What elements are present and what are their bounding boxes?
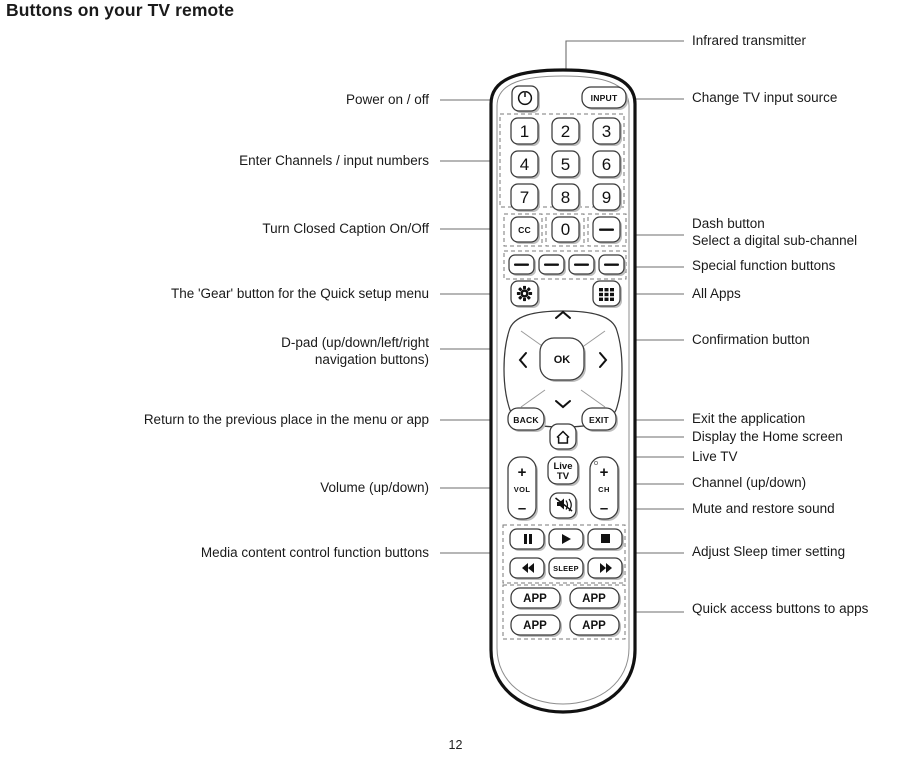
play-button xyxy=(548,528,585,551)
svg-text:APP: APP xyxy=(582,593,606,605)
svg-text:4: 4 xyxy=(520,155,529,174)
callout-gear-label: The 'Gear' button for the Quick setup me… xyxy=(170,286,429,301)
svg-text:9: 9 xyxy=(602,188,611,207)
ok-button[interactable]: OK xyxy=(539,337,586,382)
svg-text:1: 1 xyxy=(520,122,529,141)
power-button[interactable] xyxy=(511,85,540,113)
callout-input-label: Change TV input source xyxy=(692,90,838,105)
svg-text:APP: APP xyxy=(523,593,547,605)
mute-button[interactable] xyxy=(549,492,578,520)
home-button[interactable] xyxy=(549,423,578,451)
callout-dpad-label-line2: navigation buttons) xyxy=(314,352,429,367)
callout-dash-label: Dash button xyxy=(692,216,765,231)
gear-icon xyxy=(516,285,533,302)
svg-text:6: 6 xyxy=(602,155,611,174)
callout-special-label: Special function buttons xyxy=(692,258,836,273)
svg-text:–: – xyxy=(600,500,608,517)
callout-subchannel-label: Select a digital sub-channel xyxy=(692,233,858,248)
svg-text:–: – xyxy=(518,500,526,517)
callout-channel-label: Channel (up/down) xyxy=(692,475,807,490)
callout-sleep-label: Adjust Sleep timer setting xyxy=(692,544,846,559)
exit-button[interactable]: EXIT xyxy=(581,407,618,432)
all-apps-button[interactable] xyxy=(592,280,622,308)
svg-text:APP: APP xyxy=(523,620,547,632)
pause-button xyxy=(509,528,546,551)
callout-volume-label: Volume (up/down) xyxy=(320,480,429,495)
callout-home-label: Display the Home screen xyxy=(692,429,843,444)
svg-text:+: + xyxy=(518,464,527,481)
callout-dpad-label-line1: D-pad (up/down/left/right xyxy=(281,335,429,350)
remote-illustration: INPUT 1 2 3 4 5 6 7 8 9 CC 0 OK BACK EXI… xyxy=(489,68,637,714)
svg-text:+: + xyxy=(600,464,609,481)
svg-text:INPUT: INPUT xyxy=(591,93,618,103)
svg-text:CC: CC xyxy=(518,225,531,235)
svg-text:BACK: BACK xyxy=(513,415,539,425)
forward-button xyxy=(587,557,624,580)
svg-text:CH: CH xyxy=(598,485,610,494)
grid-icon xyxy=(599,288,614,301)
live-tv-button[interactable]: Live TV xyxy=(547,456,580,486)
zero-button[interactable]: 0 xyxy=(551,216,581,244)
svg-text:TV: TV xyxy=(557,471,570,482)
svg-text:7: 7 xyxy=(520,188,529,207)
callout-mute-label: Mute and restore sound xyxy=(692,501,835,516)
callout-livetv-label: Live TV xyxy=(692,449,738,464)
svg-text:SLEEP: SLEEP xyxy=(553,564,579,573)
callout-exit-label: Exit the application xyxy=(692,411,806,426)
callout-power-label: Power on / off xyxy=(345,92,429,107)
callout-infrared-label: Infrared transmitter xyxy=(692,33,807,48)
svg-text:2: 2 xyxy=(561,122,570,141)
svg-text:VOL: VOL xyxy=(514,485,531,494)
rewind-button xyxy=(509,557,546,580)
sleep-button: SLEEP xyxy=(548,557,585,580)
callout-closedcaption-label: Turn Closed Caption On/Off xyxy=(262,221,429,236)
volume-rocker[interactable]: + VOL – xyxy=(507,456,538,521)
svg-text:0: 0 xyxy=(561,220,570,239)
number-buttons[interactable]: 1 2 3 4 5 6 7 8 9 xyxy=(510,117,622,212)
svg-text:APP: APP xyxy=(582,620,606,632)
svg-text:OK: OK xyxy=(554,354,571,366)
gear-button[interactable] xyxy=(510,280,540,308)
svg-text:5: 5 xyxy=(561,155,570,174)
svg-text:3: 3 xyxy=(602,122,611,141)
callout-allapps-label: All Apps xyxy=(692,286,741,301)
svg-text:8: 8 xyxy=(561,188,570,207)
callout-apps-label: Quick access buttons to apps xyxy=(692,601,869,616)
svg-text:EXIT: EXIT xyxy=(589,415,609,425)
input-button[interactable]: INPUT xyxy=(581,86,628,110)
cc-button[interactable]: CC xyxy=(510,216,540,244)
channel-rocker[interactable]: + CH – xyxy=(589,456,620,521)
callout-ok-label: Confirmation button xyxy=(692,332,810,347)
back-button[interactable]: BACK xyxy=(507,407,546,432)
callout-numbers-label: Enter Channels / input numbers xyxy=(239,153,429,168)
callout-back-label: Return to the previous place in the menu… xyxy=(143,412,429,427)
stop-button xyxy=(587,528,624,551)
callout-media-label: Media content control function buttons xyxy=(200,545,429,560)
dash-button[interactable] xyxy=(592,216,622,244)
